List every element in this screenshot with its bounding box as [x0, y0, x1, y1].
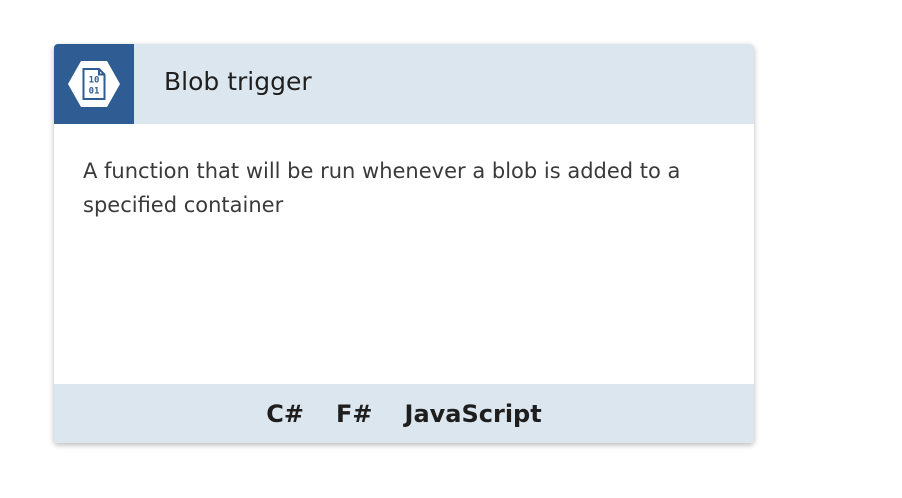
- icon-tile: 10 01: [54, 44, 134, 124]
- card-header: 10 01 Blob trigger: [54, 44, 754, 124]
- card-description: A function that will be run whenever a b…: [83, 159, 681, 217]
- language-bar: C# F# JavaScript: [54, 384, 754, 443]
- icon-digits-top: 10: [89, 76, 100, 86]
- language-fsharp[interactable]: F#: [336, 399, 373, 429]
- blob-trigger-template-card[interactable]: 10 01 Blob trigger A function that will …: [54, 44, 754, 443]
- card-title: Blob trigger: [164, 67, 312, 96]
- language-csharp[interactable]: C#: [266, 399, 304, 429]
- blob-binary-icon: 10 01: [68, 61, 120, 107]
- card-body: A function that will be run whenever a b…: [54, 124, 754, 384]
- language-javascript[interactable]: JavaScript: [405, 399, 542, 429]
- icon-digits-bottom: 01: [89, 87, 100, 97]
